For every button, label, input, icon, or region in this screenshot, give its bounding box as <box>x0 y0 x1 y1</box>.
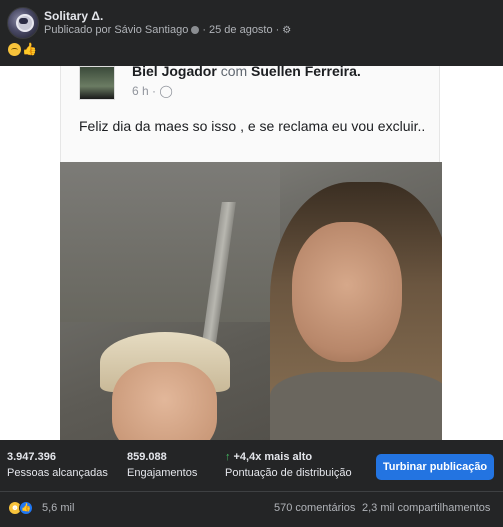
embedded-author-line: Biel Jogador com Suellen Ferreira. <box>132 66 361 79</box>
sad-face-icon <box>8 43 21 56</box>
boost-post-button[interactable]: Turbinar publicação <box>376 454 494 480</box>
thumbs-up-icon: 👍 <box>22 42 37 56</box>
embedded-post-screenshot: Biel Jogador com Suellen Ferreira. 6 h ·… <box>60 66 440 162</box>
post-media[interactable]: Biel Jogador com Suellen Ferreira. 6 h ·… <box>0 66 503 440</box>
reactions-bar: ☻ 👍 5,6 mil 570 comentários 2,3 mil comp… <box>0 492 503 527</box>
embedded-author-name: Biel Jogador <box>132 66 217 79</box>
embedded-author-avatar <box>79 66 115 100</box>
photo-boy-face <box>112 362 217 440</box>
reaction-icons[interactable]: ☻ 👍 <box>8 501 33 515</box>
globe-icon: ◯ <box>159 84 173 98</box>
embedded-post-time: 6 h · ◯ <box>132 84 173 98</box>
distribution-stat[interactable]: ↑ +4,4x mais alto Pontuação de distribuiç… <box>225 451 352 479</box>
arrow-up-icon: ↑ <box>225 451 231 463</box>
engagement-stat[interactable]: 859.088 Engajamentos <box>127 451 197 479</box>
reach-label: Pessoas alcançadas <box>7 467 108 479</box>
like-reaction-icon: 👍 <box>19 501 33 515</box>
distribution-label: Pontuação de distribuição <box>225 467 352 479</box>
meta-separator-2: · <box>275 24 280 36</box>
reach-value: 3.947.396 <box>7 451 56 463</box>
embedded-time-text: 6 h · <box>132 84 157 98</box>
post-header: Solitary Δ. Publicado por Sávio Santiago… <box>0 0 503 66</box>
reactions-count[interactable]: 5,6 mil <box>42 502 74 514</box>
engagement-value: 859.088 <box>127 451 167 463</box>
distribution-value: +4,4x mais alto <box>233 451 313 463</box>
post-caption: 👍 <box>8 42 37 56</box>
embedded-tagged-name: Suellen Ferreira. <box>251 66 361 79</box>
distribution-value-line: ↑ +4,4x mais alto <box>225 451 352 463</box>
reach-stat[interactable]: 3.947.396 Pessoas alcançadas <box>7 451 108 479</box>
helmet-visor <box>19 18 28 24</box>
published-by-text[interactable]: Publicado por Sávio Santiago <box>44 24 188 36</box>
embedded-with-word: com <box>220 66 248 79</box>
engagement-label: Engajamentos <box>127 467 198 479</box>
comments-count-link[interactable]: 570 comentários <box>274 502 355 514</box>
post-date-link[interactable]: 25 de agosto <box>209 24 273 36</box>
meta-separator: · <box>202 24 206 36</box>
page-name-link[interactable]: Solitary Δ. <box>44 9 103 23</box>
shares-count-link[interactable]: 2,3 mil compartilhamentos <box>362 502 490 514</box>
gear-icon[interactable]: ⚙ <box>282 25 291 36</box>
photo-woman-body <box>270 372 442 440</box>
embedded-post-text: Feliz dia da maes so isso , e se reclama… <box>79 118 426 134</box>
photo-wall <box>60 162 280 322</box>
photo-woman-face <box>292 222 402 362</box>
post-meta: Publicado por Sávio Santiago · 25 de ago… <box>44 24 291 36</box>
selfie-photo <box>60 162 442 440</box>
profile-dot-icon <box>191 26 200 34</box>
page-avatar[interactable] <box>7 7 39 39</box>
